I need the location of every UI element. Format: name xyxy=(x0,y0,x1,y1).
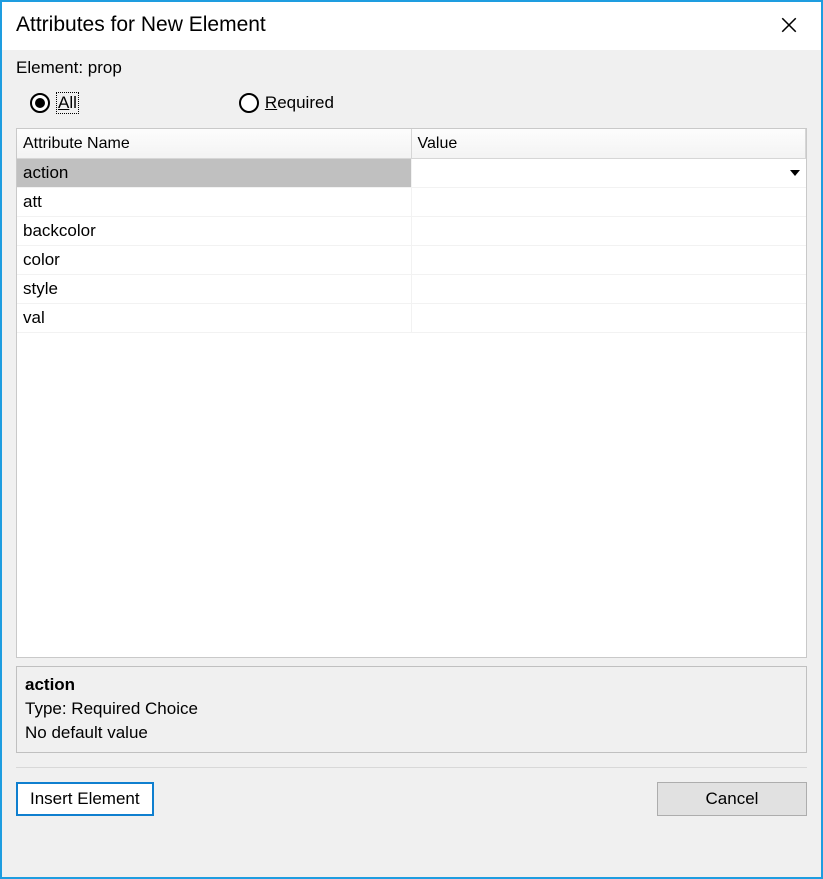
attribute-name-cell: val xyxy=(17,304,412,332)
table-row[interactable]: val xyxy=(17,304,806,333)
detail-default-line: No default value xyxy=(25,721,798,745)
table-row[interactable]: style xyxy=(17,275,806,304)
attribute-name-cell: style xyxy=(17,275,412,303)
close-icon xyxy=(780,16,798,34)
attribute-value-cell[interactable] xyxy=(412,275,807,303)
detail-attr-name: action xyxy=(25,673,798,697)
dialog-buttons: Insert Element Cancel xyxy=(16,782,807,816)
attributes-table: Attribute Name Value actionattbackcolorc… xyxy=(16,128,807,658)
titlebar: Attributes for New Element xyxy=(2,2,821,50)
attribute-name-cell: color xyxy=(17,246,412,274)
column-header-value[interactable]: Value xyxy=(412,129,807,158)
attribute-value-cell[interactable] xyxy=(412,304,807,332)
dialog-body: Element: prop All Required Attribute Nam… xyxy=(2,50,821,877)
separator xyxy=(16,767,807,768)
table-body: actionattbackcolorcolorstyleval xyxy=(17,159,806,657)
attribute-detail-panel: action Type: Required Choice No default … xyxy=(16,666,807,753)
cancel-button[interactable]: Cancel xyxy=(657,782,807,816)
radio-icon xyxy=(30,93,50,113)
table-header: Attribute Name Value xyxy=(17,129,806,159)
table-row[interactable]: att xyxy=(17,188,806,217)
radio-required-label: Required xyxy=(265,93,334,113)
radio-all-label: All xyxy=(56,92,79,114)
attributes-dialog: Attributes for New Element Element: prop… xyxy=(0,0,823,879)
radio-icon xyxy=(239,93,259,113)
chevron-down-icon[interactable] xyxy=(790,170,800,176)
dialog-title: Attributes for New Element xyxy=(16,13,266,37)
element-label: Element: prop xyxy=(16,56,807,88)
attribute-name-cell: action xyxy=(17,159,412,187)
attribute-value-cell[interactable] xyxy=(412,217,807,245)
table-row[interactable]: backcolor xyxy=(17,217,806,246)
table-row[interactable]: color xyxy=(17,246,806,275)
close-button[interactable] xyxy=(771,10,807,40)
radio-required[interactable]: Required xyxy=(239,93,334,113)
column-header-name[interactable]: Attribute Name xyxy=(17,129,412,158)
insert-element-button[interactable]: Insert Element xyxy=(16,782,154,816)
detail-type-line: Type: Required Choice xyxy=(25,697,798,721)
attribute-value-cell[interactable] xyxy=(412,246,807,274)
attribute-name-cell: att xyxy=(17,188,412,216)
table-row[interactable]: action xyxy=(17,159,806,188)
attribute-value-cell[interactable] xyxy=(412,188,807,216)
radio-all[interactable]: All xyxy=(30,92,79,114)
attribute-name-cell: backcolor xyxy=(17,217,412,245)
filter-radio-group: All Required xyxy=(16,88,807,128)
attribute-value-cell[interactable] xyxy=(412,159,807,187)
